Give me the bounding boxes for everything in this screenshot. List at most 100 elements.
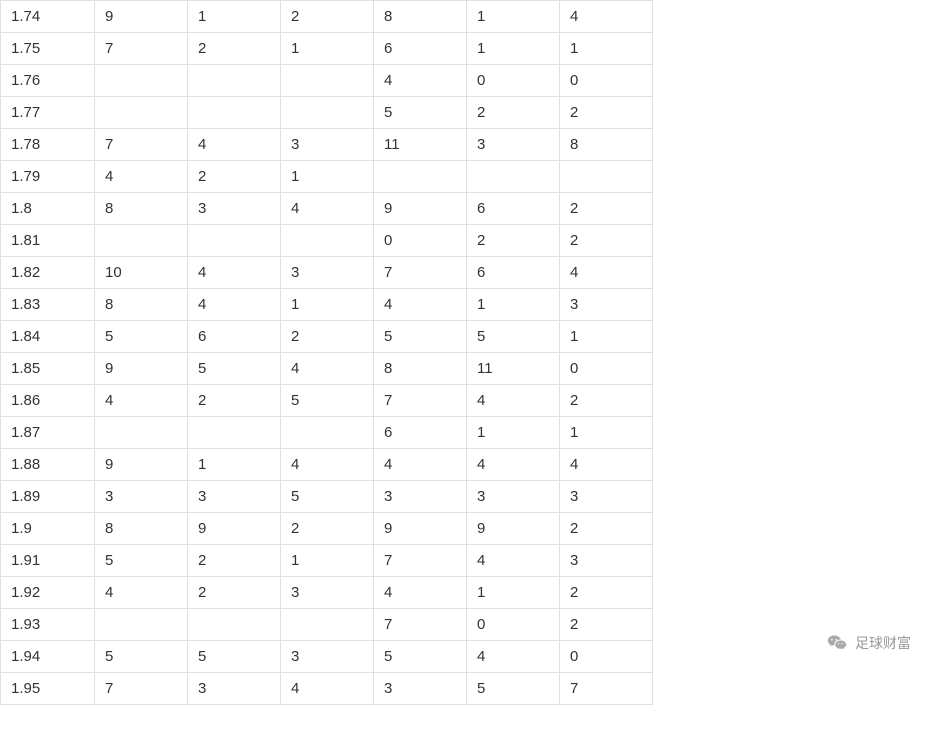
table-cell: 1.85: [1, 353, 95, 385]
table-cell: [95, 65, 188, 97]
table-cell: 4: [560, 257, 653, 289]
table-cell: 1.79: [1, 161, 95, 193]
table-cell: 7: [95, 129, 188, 161]
table-cell: 4: [374, 65, 467, 97]
table-cell: 7: [374, 545, 467, 577]
table-cell: 8: [560, 129, 653, 161]
table-cell: 7: [374, 257, 467, 289]
table-cell: 3: [188, 481, 281, 513]
table-cell: 5: [374, 97, 467, 129]
table-cell: 6: [188, 321, 281, 353]
table-cell: 1.87: [1, 417, 95, 449]
table-cell: 1.77: [1, 97, 95, 129]
table-cell: 2: [188, 161, 281, 193]
table-cell: 1: [560, 33, 653, 65]
table-cell: 4: [188, 129, 281, 161]
table-cell: 4: [374, 449, 467, 481]
table-cell: [188, 609, 281, 641]
table-cell: 1: [467, 577, 560, 609]
table-cell: 11: [467, 353, 560, 385]
table-row: 1.8834962: [1, 193, 653, 225]
watermark-label: 足球财富: [855, 633, 911, 653]
table-cell: 7: [374, 385, 467, 417]
table-cell: [188, 417, 281, 449]
table-cell: 1.9: [1, 513, 95, 545]
table-cell: 4: [467, 449, 560, 481]
watermark: 足球财富: [827, 633, 911, 653]
table-cell: 2: [281, 513, 374, 545]
table-row: 1.74912814: [1, 1, 653, 33]
table-cell: 4: [374, 289, 467, 321]
table-cell: 1: [560, 321, 653, 353]
table-cell: 9: [188, 513, 281, 545]
table-cell: 2: [560, 577, 653, 609]
table-cell: 2: [188, 33, 281, 65]
table-cell: 6: [467, 257, 560, 289]
table-cell: [95, 417, 188, 449]
table-cell: 0: [560, 65, 653, 97]
table-cell: 2: [560, 225, 653, 257]
table-cell: 8: [95, 193, 188, 225]
table-cell: 3: [95, 481, 188, 513]
table-cell: 4: [95, 161, 188, 193]
table-cell: 1.78: [1, 129, 95, 161]
table-cell: 1.95: [1, 673, 95, 705]
table-cell: 5: [188, 641, 281, 673]
table-cell: 5: [467, 321, 560, 353]
table-cell: 2: [560, 609, 653, 641]
table-cell: 5: [467, 673, 560, 705]
table-cell: 9: [374, 513, 467, 545]
table-row: 1.89335333: [1, 481, 653, 513]
table-row: 1.84562551: [1, 321, 653, 353]
table-cell: 3: [188, 673, 281, 705]
table-row: 1.83841413: [1, 289, 653, 321]
table-row: 1.859548110: [1, 353, 653, 385]
table-cell: [281, 97, 374, 129]
table-cell: 6: [467, 193, 560, 225]
table-cell: 1.92: [1, 577, 95, 609]
table-cell: 4: [281, 193, 374, 225]
table-row: 1.75721611: [1, 33, 653, 65]
table-cell: [188, 225, 281, 257]
table-cell: 3: [467, 481, 560, 513]
table-cell: 1.88: [1, 449, 95, 481]
table-cell: 1: [188, 1, 281, 33]
table-cell: 9: [374, 193, 467, 225]
table-cell: 1.89: [1, 481, 95, 513]
table-cell: 1.74: [1, 1, 95, 33]
table-cell: 1: [467, 1, 560, 33]
data-table: 1.749128141.757216111.764001.775221.7874…: [0, 0, 653, 705]
table-cell: 4: [560, 449, 653, 481]
table-cell: 1.81: [1, 225, 95, 257]
table-cell: 4: [188, 257, 281, 289]
table-row: 1.76400: [1, 65, 653, 97]
table-cell: 1.91: [1, 545, 95, 577]
table-row: 1.86425742: [1, 385, 653, 417]
table-cell: 10: [95, 257, 188, 289]
table-cell: 4: [281, 449, 374, 481]
table-cell: 2: [560, 193, 653, 225]
table-cell: 4: [374, 577, 467, 609]
table-cell: 3: [560, 481, 653, 513]
table-cell: 3: [374, 481, 467, 513]
table-cell: 4: [467, 545, 560, 577]
table-row: 1.79421: [1, 161, 653, 193]
table-cell: 2: [467, 97, 560, 129]
table-cell: 4: [95, 577, 188, 609]
table-cell: 5: [95, 321, 188, 353]
table-cell: 8: [95, 513, 188, 545]
table-cell: 1: [467, 33, 560, 65]
table-cell: 1.93: [1, 609, 95, 641]
table-cell: 4: [281, 353, 374, 385]
table-cell: 1.76: [1, 65, 95, 97]
table-row: 1.81022: [1, 225, 653, 257]
table-row: 1.821043764: [1, 257, 653, 289]
table-cell: 1.8: [1, 193, 95, 225]
table-row: 1.77522: [1, 97, 653, 129]
table-cell: 4: [95, 385, 188, 417]
table-cell: 1: [281, 33, 374, 65]
table-cell: 6: [374, 33, 467, 65]
table-cell: 1: [560, 417, 653, 449]
table-cell: 0: [374, 225, 467, 257]
table-cell: 9: [95, 449, 188, 481]
